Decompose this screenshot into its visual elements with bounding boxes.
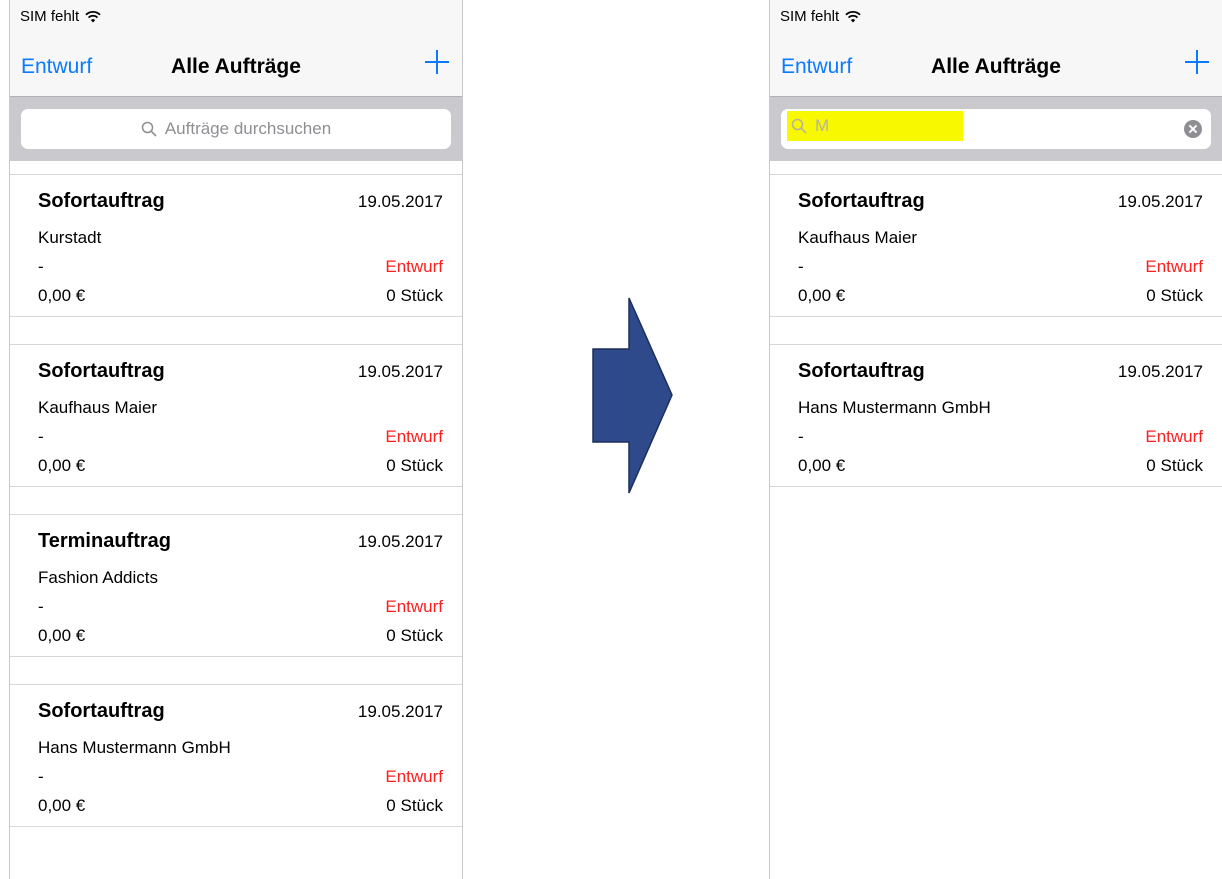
order-type: Sofortauftrag bbox=[38, 190, 165, 212]
order-quantity: 0 Stück bbox=[1146, 456, 1203, 475]
order-customer: Fashion Addicts bbox=[38, 568, 159, 587]
page-title: Alle Aufträge bbox=[931, 55, 1061, 78]
status-bar: SIM fehlt bbox=[20, 8, 101, 25]
order-price: 0,00 € bbox=[798, 286, 846, 305]
order-type: Terminauftrag bbox=[38, 530, 171, 552]
order-note: - bbox=[38, 597, 44, 616]
transition-arrow bbox=[592, 297, 673, 494]
page-title: Alle Aufträge bbox=[171, 55, 301, 78]
order-status: Entwurf bbox=[385, 257, 443, 276]
order-card[interactable]: Sofortauftrag 19.05.2017 Kurstadt - Entw… bbox=[10, 175, 462, 317]
navigation-header: SIM fehlt Entwurf Alle Aufträge bbox=[10, 0, 462, 97]
wifi-icon bbox=[85, 10, 101, 23]
order-note: - bbox=[798, 257, 804, 276]
order-card[interactable]: Sofortauftrag 19.05.2017 Hans Mustermann… bbox=[770, 345, 1222, 487]
order-quantity: 0 Stück bbox=[386, 626, 443, 645]
carrier-label: SIM fehlt bbox=[780, 8, 840, 25]
order-price: 0,00 € bbox=[38, 796, 86, 815]
clear-search-icon[interactable] bbox=[1184, 120, 1202, 138]
order-quantity: 0 Stück bbox=[386, 456, 443, 475]
order-customer: Hans Mustermann GmbH bbox=[38, 738, 231, 757]
order-date: 19.05.2017 bbox=[357, 362, 443, 381]
order-date: 19.05.2017 bbox=[357, 192, 443, 211]
order-date: 19.05.2017 bbox=[357, 532, 443, 551]
order-status: Entwurf bbox=[385, 597, 443, 616]
list-separator bbox=[770, 317, 1222, 345]
search-highlight: M bbox=[787, 111, 963, 141]
order-date: 19.05.2017 bbox=[357, 702, 443, 721]
order-status: Entwurf bbox=[1145, 257, 1203, 276]
search-bar: Aufträge durchsuchen bbox=[10, 97, 462, 161]
plus-icon[interactable] bbox=[1184, 49, 1210, 75]
list-separator bbox=[10, 487, 462, 515]
search-value: M bbox=[815, 116, 830, 135]
search-input[interactable]: M bbox=[781, 109, 1211, 149]
screen-before: SIM fehlt Entwurf Alle Aufträge Aufträge… bbox=[9, 0, 463, 879]
search-icon bbox=[141, 121, 157, 137]
navigation-header: SIM fehlt Entwurf Alle Aufträge bbox=[770, 0, 1222, 97]
order-note: - bbox=[798, 427, 804, 446]
order-price: 0,00 € bbox=[38, 286, 86, 305]
order-type: Sofortauftrag bbox=[38, 360, 165, 382]
plus-icon[interactable] bbox=[424, 49, 450, 75]
order-date: 19.05.2017 bbox=[1117, 192, 1203, 211]
order-list: Sofortauftrag 19.05.2017 Kaufhaus Maier … bbox=[770, 161, 1222, 879]
order-card[interactable]: Sofortauftrag 19.05.2017 Hans Mustermann… bbox=[10, 685, 462, 827]
order-customer: Kurstadt bbox=[38, 228, 102, 247]
order-note: - bbox=[38, 257, 44, 276]
order-type: Sofortauftrag bbox=[798, 360, 925, 382]
search-bar: M bbox=[770, 97, 1222, 161]
order-price: 0,00 € bbox=[38, 456, 86, 475]
search-placeholder: Aufträge durchsuchen bbox=[164, 119, 332, 138]
carrier-label: SIM fehlt bbox=[20, 8, 80, 25]
order-customer: Hans Mustermann GmbH bbox=[798, 398, 991, 417]
search-icon bbox=[791, 118, 807, 134]
wifi-icon bbox=[845, 10, 861, 23]
order-quantity: 0 Stück bbox=[1146, 286, 1203, 305]
list-separator bbox=[10, 657, 462, 685]
order-list: Sofortauftrag 19.05.2017 Kurstadt - Entw… bbox=[10, 161, 462, 879]
order-customer: Kaufhaus Maier bbox=[798, 228, 918, 247]
order-date: 19.05.2017 bbox=[1117, 362, 1203, 381]
order-note: - bbox=[38, 427, 44, 446]
order-quantity: 0 Stück bbox=[386, 286, 443, 305]
status-bar: SIM fehlt bbox=[780, 8, 861, 25]
order-card[interactable]: Sofortauftrag 19.05.2017 Kaufhaus Maier … bbox=[770, 175, 1222, 317]
order-type: Sofortauftrag bbox=[798, 190, 925, 212]
order-card[interactable]: Sofortauftrag 19.05.2017 Kaufhaus Maier … bbox=[10, 345, 462, 487]
order-card[interactable]: Terminauftrag 19.05.2017 Fashion Addicts… bbox=[10, 515, 462, 657]
list-separator bbox=[10, 317, 462, 345]
order-status: Entwurf bbox=[385, 427, 443, 446]
order-note: - bbox=[38, 767, 44, 786]
order-price: 0,00 € bbox=[798, 456, 846, 475]
screen-after: SIM fehlt Entwurf Alle Aufträge M Sofort… bbox=[769, 0, 1222, 879]
order-customer: Kaufhaus Maier bbox=[38, 398, 158, 417]
list-separator bbox=[10, 161, 462, 175]
order-status: Entwurf bbox=[1145, 427, 1203, 446]
order-quantity: 0 Stück bbox=[386, 796, 443, 815]
order-type: Sofortauftrag bbox=[38, 700, 165, 722]
order-status: Entwurf bbox=[385, 767, 443, 786]
search-input[interactable]: Aufträge durchsuchen bbox=[21, 109, 451, 149]
list-separator bbox=[770, 161, 1222, 175]
order-price: 0,00 € bbox=[38, 626, 86, 645]
